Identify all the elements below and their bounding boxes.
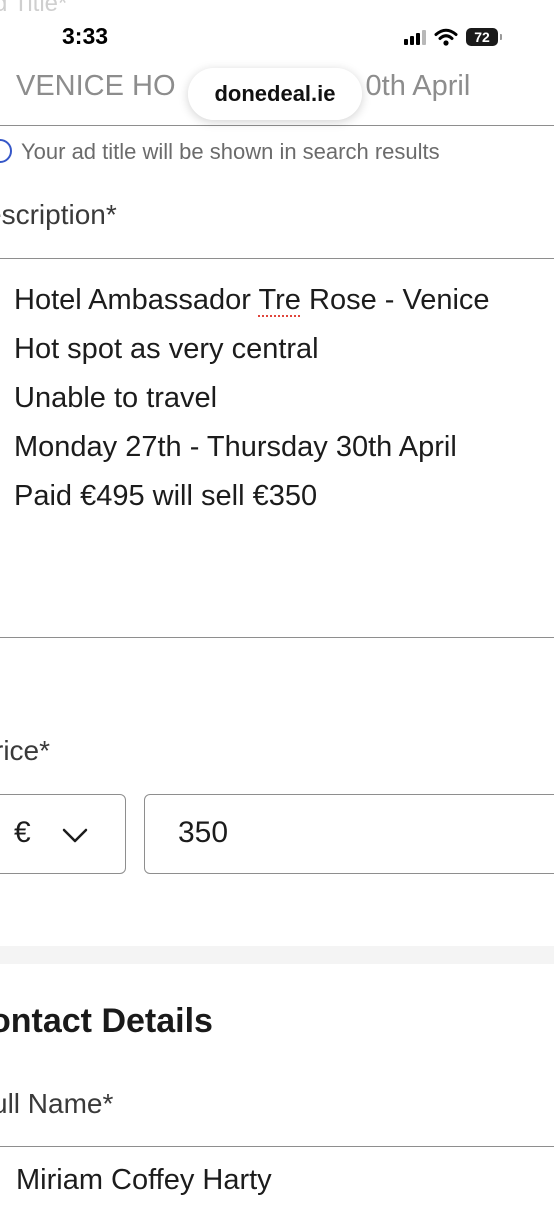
ad-title-visible-left: VENICE HO [16, 70, 176, 102]
wifi-icon [434, 28, 458, 46]
full-name-value: Miriam Coffey Harty [16, 1164, 272, 1196]
description-line: Monday 27th - Thursday 30th April [14, 431, 457, 463]
ad-title-hint: Your ad title will be shown in search re… [21, 139, 440, 164]
status-time: 3:33 [62, 23, 109, 49]
battery-icon: 72 [466, 28, 502, 46]
description-line: Unable to travel [14, 382, 218, 414]
currency-value: € [14, 816, 31, 849]
description-line: Hot spot as very central [14, 333, 319, 365]
ad-title-label: d Title* [0, 0, 68, 17]
section-divider [0, 946, 554, 964]
chevron-down-icon [62, 828, 88, 843]
status-icons: 72 [404, 24, 502, 50]
cellular-signal-icon [404, 29, 426, 45]
ad-title-visible-right: 0th April [365, 70, 471, 102]
spellcheck-word: Tre [258, 284, 301, 316]
price-label: rice* [0, 735, 51, 766]
full-name-label: ull Name* [0, 1088, 114, 1119]
description-line: Paid €495 will sell €350 [14, 480, 318, 512]
contact-details-heading: ontact Details [0, 1002, 213, 1040]
price-value: 350 [178, 816, 229, 849]
browser-url-pill[interactable]: donedeal.ie [188, 68, 362, 120]
description-text: Hotel Ambassador [14, 284, 259, 316]
battery-level: 72 [474, 29, 490, 45]
info-circle-icon [0, 139, 12, 163]
description-label: escription* [0, 199, 117, 230]
description-text: Rose - Venice [300, 284, 490, 316]
description-line: Hotel Ambassador Tre Rose - Venice [14, 284, 490, 317]
